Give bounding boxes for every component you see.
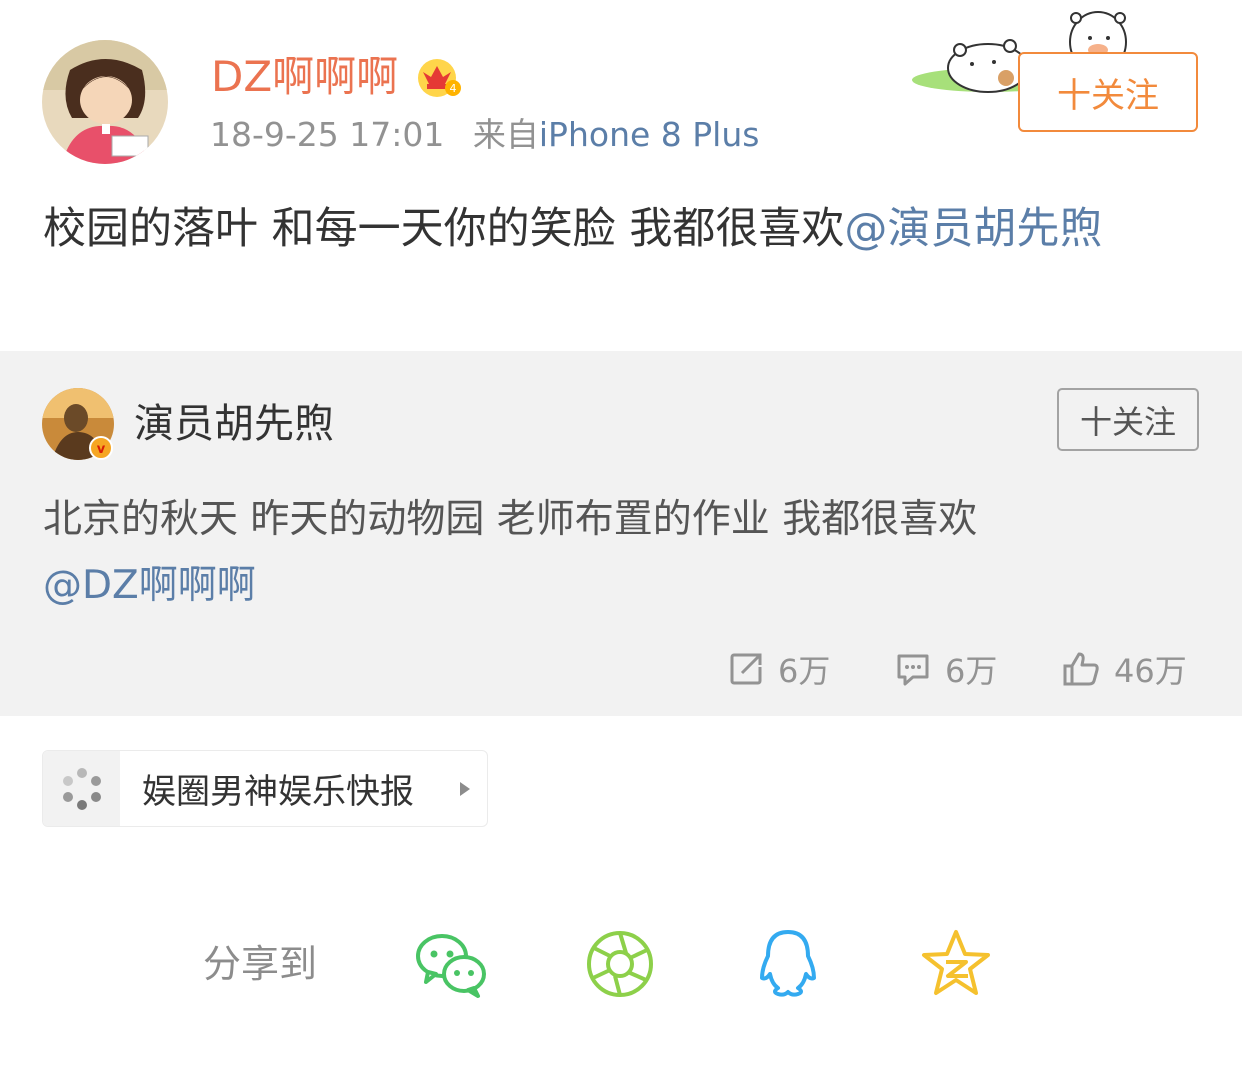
repost-body: 北京的秋天 昨天的动物园 老师布置的作业 我都很喜欢 bbox=[43, 497, 978, 542]
qzone-icon bbox=[922, 930, 990, 995]
repost-author-name[interactable]: 演员胡先煦 bbox=[134, 398, 334, 450]
follow-button[interactable]: 十关注 bbox=[1018, 52, 1198, 132]
thumbs-up-icon bbox=[1063, 652, 1099, 686]
vip-crown-icon[interactable]: 4 bbox=[415, 54, 463, 98]
post-source[interactable]: iPhone 8 Plus bbox=[539, 115, 760, 154]
comment-count: 6万 bbox=[945, 652, 998, 690]
loading-spinner-icon bbox=[62, 767, 101, 810]
source-chip-icon bbox=[43, 751, 120, 826]
post-meta: 18-9-25 17:01 来自iPhone 8 Plus bbox=[210, 114, 759, 156]
qq-icon bbox=[760, 930, 816, 997]
share-qq-button[interactable] bbox=[752, 928, 826, 1000]
svg-text:4: 4 bbox=[450, 82, 457, 95]
share-label: 分享到 bbox=[203, 942, 318, 986]
author-avatar[interactable] bbox=[42, 40, 168, 164]
like-count-button[interactable]: 46万 bbox=[1062, 646, 1187, 692]
post-body: 校园的落叶 和每一天你的笑脸 我都很喜欢 bbox=[43, 204, 845, 254]
source-chip-label: 娱圈男神娱乐快报 bbox=[142, 772, 414, 812]
source-chip[interactable]: 娱圈男神娱乐快报 bbox=[42, 750, 488, 827]
share-wechat-button[interactable] bbox=[414, 928, 488, 1000]
repost-text: 北京的秋天 昨天的动物园 老师布置的作业 我都很喜欢 @DZ啊啊啊 bbox=[43, 487, 1203, 619]
share-qzone-button[interactable] bbox=[920, 928, 994, 1000]
like-count: 46万 bbox=[1114, 652, 1187, 690]
wechat-icon bbox=[416, 934, 486, 998]
author-name[interactable]: DZ啊啊啊 bbox=[211, 52, 398, 102]
source-prefix: 来自 bbox=[472, 115, 539, 154]
repost-count-button[interactable]: 6万 bbox=[728, 646, 830, 692]
moments-icon bbox=[587, 931, 653, 997]
post-mention-link[interactable]: @演员胡先煦 bbox=[844, 204, 1102, 254]
comment-count-button[interactable]: 6万 bbox=[895, 646, 997, 692]
share-moments-button[interactable] bbox=[584, 928, 658, 1000]
post-text: 校园的落叶 和每一天你的笑脸 我都很喜欢@演员胡先煦 bbox=[43, 196, 1203, 262]
repost-follow-button[interactable]: 十关注 bbox=[1057, 388, 1199, 451]
repost-count: 6万 bbox=[778, 652, 831, 690]
repost-author-avatar[interactable]: v bbox=[42, 388, 114, 460]
repost-icon bbox=[730, 653, 762, 685]
repost-mention-link[interactable]: @DZ啊啊啊 bbox=[43, 563, 256, 608]
svg-text:v: v bbox=[97, 442, 106, 457]
post-timestamp: 18-9-25 17:01 bbox=[210, 115, 445, 154]
play-arrow-icon bbox=[443, 751, 487, 826]
comment-icon bbox=[897, 654, 929, 686]
